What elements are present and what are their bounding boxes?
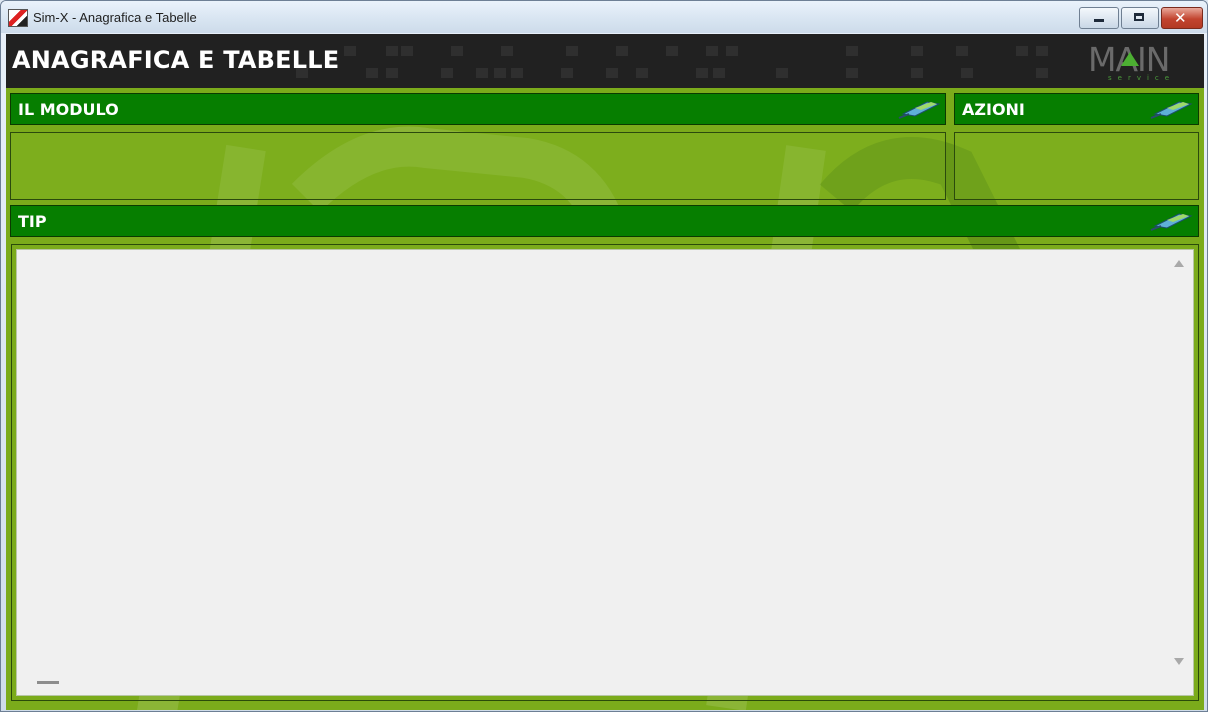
logo-triangle-icon — [1121, 52, 1139, 66]
header-decor-square — [713, 68, 725, 78]
header-decor-square — [616, 46, 628, 56]
tip-panel-header: TIP — [10, 205, 1199, 237]
module-panel-label: IL MODULO — [18, 100, 119, 119]
header-decor-square — [846, 46, 858, 56]
actions-panel-label: AZIONI — [962, 100, 1025, 119]
header-decor-square — [696, 68, 708, 78]
header-decor-square — [386, 46, 398, 56]
window-title: Sim-X - Anagrafica e Tabelle — [33, 10, 197, 25]
header-decor-square — [726, 46, 738, 56]
header-decor-square — [846, 68, 858, 78]
tip-panel-body — [11, 244, 1199, 701]
header-decor-square — [956, 46, 968, 56]
logo-subtitle: service — [1108, 74, 1176, 82]
tip-content-area[interactable] — [16, 249, 1194, 696]
header-decor-square — [606, 68, 618, 78]
company-logo: MAIN service — [1088, 40, 1188, 82]
close-button[interactable]: ✕ — [1161, 7, 1203, 29]
header-decor-square — [386, 68, 398, 78]
minimize-icon — [1094, 19, 1104, 22]
actions-panel-body — [954, 132, 1199, 200]
header-decor-square — [566, 46, 578, 56]
maximize-button[interactable] — [1121, 7, 1159, 29]
header-decor-square — [561, 68, 573, 78]
close-icon: ✕ — [1174, 9, 1187, 27]
pin-icon[interactable] — [897, 98, 941, 120]
scroll-down-arrow-icon[interactable] — [1174, 658, 1184, 665]
header-decor-square — [911, 46, 923, 56]
header-decor-square — [366, 68, 378, 78]
header-decor-square — [706, 46, 718, 56]
header-decor-square — [776, 68, 788, 78]
horizontal-scroll-grip[interactable] — [37, 681, 59, 684]
application-window: Sim-X - Anagrafica e Tabelle ✕ ANAGRAFIC… — [0, 0, 1208, 712]
module-panel-header: IL MODULO — [10, 93, 946, 125]
header-decor-square — [511, 68, 523, 78]
module-panel-body — [10, 132, 946, 200]
header-decor-square — [501, 46, 513, 56]
header-decor-square — [666, 46, 678, 56]
header-decor-square — [401, 46, 413, 56]
app-icon[interactable] — [8, 9, 28, 27]
header-decor-square — [961, 68, 973, 78]
header-decor-square — [451, 46, 463, 56]
header-decor-square — [441, 68, 453, 78]
header-decor-square — [494, 68, 506, 78]
header-decor-square — [1036, 46, 1048, 56]
app-header: ANAGRAFICA E TABELLE MAIN service — [6, 34, 1204, 88]
scroll-up-arrow-icon[interactable] — [1174, 260, 1184, 267]
header-decor-square — [344, 46, 356, 56]
pin-icon[interactable] — [1149, 98, 1193, 120]
header-decor-square — [636, 68, 648, 78]
tip-panel-label: TIP — [18, 212, 47, 231]
header-decor-square — [476, 68, 488, 78]
header-decor-square — [1036, 68, 1048, 78]
actions-panel-header: AZIONI — [954, 93, 1199, 125]
maximize-icon — [1134, 13, 1144, 21]
page-title: ANAGRAFICA E TABELLE — [12, 46, 340, 74]
header-decor-square — [911, 68, 923, 78]
header-decor-square — [1016, 46, 1028, 56]
title-bar[interactable]: Sim-X - Anagrafica e Tabelle ✕ — [1, 1, 1207, 33]
main-content: ANAGRAFICA E TABELLE MAIN service IL MOD… — [6, 34, 1204, 710]
minimize-button[interactable] — [1079, 7, 1119, 29]
pin-icon[interactable] — [1149, 210, 1193, 232]
